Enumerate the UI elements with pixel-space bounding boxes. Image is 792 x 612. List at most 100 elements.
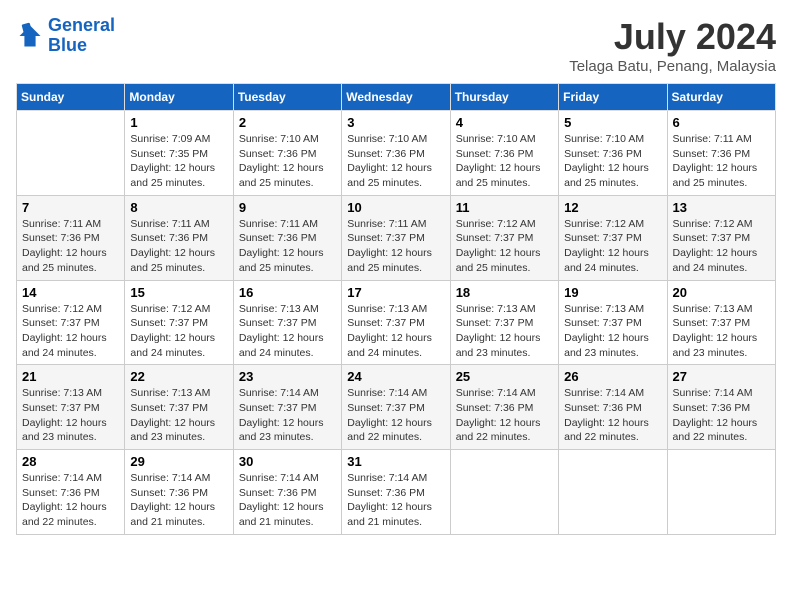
day-number: 22 bbox=[130, 369, 227, 384]
day-detail: Sunrise: 7:12 AM Sunset: 7:37 PM Dayligh… bbox=[456, 217, 553, 276]
calendar-cell: 20 Sunrise: 7:13 AM Sunset: 7:37 PM Dayl… bbox=[667, 280, 775, 365]
day-number: 29 bbox=[130, 454, 227, 469]
day-number: 4 bbox=[456, 115, 553, 130]
calendar-cell: 22 Sunrise: 7:13 AM Sunset: 7:37 PM Dayl… bbox=[125, 365, 233, 450]
day-number: 2 bbox=[239, 115, 336, 130]
day-number: 31 bbox=[347, 454, 444, 469]
calendar-cell bbox=[559, 450, 667, 535]
day-number: 26 bbox=[564, 369, 661, 384]
day-detail: Sunrise: 7:10 AM Sunset: 7:36 PM Dayligh… bbox=[564, 132, 661, 191]
day-number: 15 bbox=[130, 285, 227, 300]
day-detail: Sunrise: 7:12 AM Sunset: 7:37 PM Dayligh… bbox=[564, 217, 661, 276]
day-number: 24 bbox=[347, 369, 444, 384]
day-number: 30 bbox=[239, 454, 336, 469]
day-number: 1 bbox=[130, 115, 227, 130]
calendar-cell: 2 Sunrise: 7:10 AM Sunset: 7:36 PM Dayli… bbox=[233, 111, 341, 196]
calendar-cell: 4 Sunrise: 7:10 AM Sunset: 7:36 PM Dayli… bbox=[450, 111, 558, 196]
location: Telaga Batu, Penang, Malaysia bbox=[569, 58, 776, 75]
day-detail: Sunrise: 7:13 AM Sunset: 7:37 PM Dayligh… bbox=[239, 302, 336, 361]
calendar-cell: 27 Sunrise: 7:14 AM Sunset: 7:36 PM Dayl… bbox=[667, 365, 775, 450]
day-detail: Sunrise: 7:12 AM Sunset: 7:37 PM Dayligh… bbox=[22, 302, 119, 361]
day-detail: Sunrise: 7:13 AM Sunset: 7:37 PM Dayligh… bbox=[347, 302, 444, 361]
calendar-cell: 17 Sunrise: 7:13 AM Sunset: 7:37 PM Dayl… bbox=[342, 280, 450, 365]
day-number: 27 bbox=[673, 369, 770, 384]
day-detail: Sunrise: 7:10 AM Sunset: 7:36 PM Dayligh… bbox=[239, 132, 336, 191]
column-header-tuesday: Tuesday bbox=[233, 84, 341, 111]
page-header: General Blue July 2024 Telaga Batu, Pena… bbox=[16, 16, 776, 75]
day-detail: Sunrise: 7:10 AM Sunset: 7:36 PM Dayligh… bbox=[456, 132, 553, 191]
column-header-monday: Monday bbox=[125, 84, 233, 111]
calendar-cell: 30 Sunrise: 7:14 AM Sunset: 7:36 PM Dayl… bbox=[233, 450, 341, 535]
day-detail: Sunrise: 7:13 AM Sunset: 7:37 PM Dayligh… bbox=[564, 302, 661, 361]
week-row-5: 28 Sunrise: 7:14 AM Sunset: 7:36 PM Dayl… bbox=[17, 450, 776, 535]
week-row-1: 1 Sunrise: 7:09 AM Sunset: 7:35 PM Dayli… bbox=[17, 111, 776, 196]
calendar-cell: 12 Sunrise: 7:12 AM Sunset: 7:37 PM Dayl… bbox=[559, 195, 667, 280]
day-detail: Sunrise: 7:11 AM Sunset: 7:36 PM Dayligh… bbox=[130, 217, 227, 276]
calendar-cell: 24 Sunrise: 7:14 AM Sunset: 7:37 PM Dayl… bbox=[342, 365, 450, 450]
calendar-cell: 1 Sunrise: 7:09 AM Sunset: 7:35 PM Dayli… bbox=[125, 111, 233, 196]
day-number: 19 bbox=[564, 285, 661, 300]
day-number: 10 bbox=[347, 200, 444, 215]
day-number: 14 bbox=[22, 285, 119, 300]
day-detail: Sunrise: 7:14 AM Sunset: 7:36 PM Dayligh… bbox=[673, 386, 770, 445]
day-number: 9 bbox=[239, 200, 336, 215]
day-number: 23 bbox=[239, 369, 336, 384]
day-number: 7 bbox=[22, 200, 119, 215]
column-header-friday: Friday bbox=[559, 84, 667, 111]
day-detail: Sunrise: 7:12 AM Sunset: 7:37 PM Dayligh… bbox=[130, 302, 227, 361]
day-detail: Sunrise: 7:11 AM Sunset: 7:36 PM Dayligh… bbox=[22, 217, 119, 276]
calendar-cell: 10 Sunrise: 7:11 AM Sunset: 7:37 PM Dayl… bbox=[342, 195, 450, 280]
day-detail: Sunrise: 7:14 AM Sunset: 7:36 PM Dayligh… bbox=[347, 471, 444, 530]
calendar-cell: 29 Sunrise: 7:14 AM Sunset: 7:36 PM Dayl… bbox=[125, 450, 233, 535]
day-number: 16 bbox=[239, 285, 336, 300]
day-number: 28 bbox=[22, 454, 119, 469]
day-number: 20 bbox=[673, 285, 770, 300]
week-row-2: 7 Sunrise: 7:11 AM Sunset: 7:36 PM Dayli… bbox=[17, 195, 776, 280]
logo-icon bbox=[16, 22, 44, 50]
logo-text: General Blue bbox=[48, 16, 115, 56]
calendar-cell: 6 Sunrise: 7:11 AM Sunset: 7:36 PM Dayli… bbox=[667, 111, 775, 196]
day-detail: Sunrise: 7:14 AM Sunset: 7:36 PM Dayligh… bbox=[22, 471, 119, 530]
day-detail: Sunrise: 7:13 AM Sunset: 7:37 PM Dayligh… bbox=[22, 386, 119, 445]
calendar-cell: 21 Sunrise: 7:13 AM Sunset: 7:37 PM Dayl… bbox=[17, 365, 125, 450]
month-title: July 2024 bbox=[569, 16, 776, 58]
day-number: 18 bbox=[456, 285, 553, 300]
day-detail: Sunrise: 7:13 AM Sunset: 7:37 PM Dayligh… bbox=[456, 302, 553, 361]
day-detail: Sunrise: 7:13 AM Sunset: 7:37 PM Dayligh… bbox=[130, 386, 227, 445]
calendar-cell bbox=[667, 450, 775, 535]
day-detail: Sunrise: 7:11 AM Sunset: 7:37 PM Dayligh… bbox=[347, 217, 444, 276]
column-header-thursday: Thursday bbox=[450, 84, 558, 111]
calendar-cell: 14 Sunrise: 7:12 AM Sunset: 7:37 PM Dayl… bbox=[17, 280, 125, 365]
calendar-cell: 25 Sunrise: 7:14 AM Sunset: 7:36 PM Dayl… bbox=[450, 365, 558, 450]
calendar-table: SundayMondayTuesdayWednesdayThursdayFrid… bbox=[16, 83, 776, 535]
logo: General Blue bbox=[16, 16, 115, 56]
calendar-cell bbox=[450, 450, 558, 535]
calendar-cell: 3 Sunrise: 7:10 AM Sunset: 7:36 PM Dayli… bbox=[342, 111, 450, 196]
calendar-cell: 16 Sunrise: 7:13 AM Sunset: 7:37 PM Dayl… bbox=[233, 280, 341, 365]
day-detail: Sunrise: 7:13 AM Sunset: 7:37 PM Dayligh… bbox=[673, 302, 770, 361]
day-detail: Sunrise: 7:11 AM Sunset: 7:36 PM Dayligh… bbox=[239, 217, 336, 276]
day-number: 21 bbox=[22, 369, 119, 384]
calendar-cell: 11 Sunrise: 7:12 AM Sunset: 7:37 PM Dayl… bbox=[450, 195, 558, 280]
day-detail: Sunrise: 7:14 AM Sunset: 7:36 PM Dayligh… bbox=[130, 471, 227, 530]
calendar-cell: 15 Sunrise: 7:12 AM Sunset: 7:37 PM Dayl… bbox=[125, 280, 233, 365]
day-number: 8 bbox=[130, 200, 227, 215]
calendar-cell: 9 Sunrise: 7:11 AM Sunset: 7:36 PM Dayli… bbox=[233, 195, 341, 280]
day-detail: Sunrise: 7:14 AM Sunset: 7:37 PM Dayligh… bbox=[239, 386, 336, 445]
column-header-wednesday: Wednesday bbox=[342, 84, 450, 111]
day-number: 25 bbox=[456, 369, 553, 384]
column-header-sunday: Sunday bbox=[17, 84, 125, 111]
day-detail: Sunrise: 7:14 AM Sunset: 7:36 PM Dayligh… bbox=[239, 471, 336, 530]
day-number: 3 bbox=[347, 115, 444, 130]
calendar-cell: 28 Sunrise: 7:14 AM Sunset: 7:36 PM Dayl… bbox=[17, 450, 125, 535]
calendar-cell: 13 Sunrise: 7:12 AM Sunset: 7:37 PM Dayl… bbox=[667, 195, 775, 280]
calendar-cell: 8 Sunrise: 7:11 AM Sunset: 7:36 PM Dayli… bbox=[125, 195, 233, 280]
day-detail: Sunrise: 7:14 AM Sunset: 7:36 PM Dayligh… bbox=[564, 386, 661, 445]
header-row: SundayMondayTuesdayWednesdayThursdayFrid… bbox=[17, 84, 776, 111]
day-detail: Sunrise: 7:12 AM Sunset: 7:37 PM Dayligh… bbox=[673, 217, 770, 276]
calendar-cell: 23 Sunrise: 7:14 AM Sunset: 7:37 PM Dayl… bbox=[233, 365, 341, 450]
calendar-cell: 5 Sunrise: 7:10 AM Sunset: 7:36 PM Dayli… bbox=[559, 111, 667, 196]
day-number: 11 bbox=[456, 200, 553, 215]
calendar-cell: 26 Sunrise: 7:14 AM Sunset: 7:36 PM Dayl… bbox=[559, 365, 667, 450]
week-row-4: 21 Sunrise: 7:13 AM Sunset: 7:37 PM Dayl… bbox=[17, 365, 776, 450]
